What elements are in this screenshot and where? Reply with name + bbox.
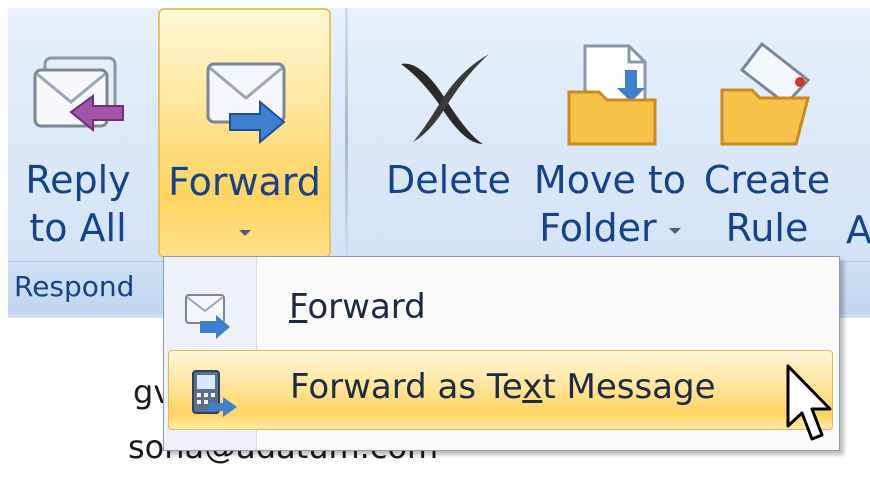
move-to-folder-button[interactable]: Move to Folder (530, 8, 690, 258)
forward-dropdown-arrow-icon[interactable] (238, 229, 251, 236)
forward-label: Forward (168, 160, 321, 204)
menu-item-forward-as-text-message[interactable]: Forward as Text Message (168, 350, 833, 430)
outlook-window: Reply to All Forward Delete Move to Fold… (8, 8, 870, 477)
move-to-folder-label-line2: Folder (539, 206, 657, 250)
mouse-pointer-icon (785, 363, 835, 451)
create-rule-label-line2: Rule (725, 206, 809, 250)
move-to-folder-dropdown-arrow-icon[interactable] (668, 227, 681, 234)
menu-item-forward[interactable]: Forward (164, 271, 839, 351)
reply-all-icon (23, 40, 133, 154)
ribbon-overflow-letter: A (846, 208, 870, 252)
reply-to-all-button[interactable]: Reply to All (8, 8, 148, 258)
delete-label: Delete (386, 158, 511, 202)
delete-x-icon (391, 40, 501, 154)
respond-group-label: Respond (14, 270, 135, 303)
reply-to-all-label-line2: to All (29, 206, 127, 250)
reply-to-all-label-line1: Reply (25, 158, 131, 202)
delete-button[interactable]: Delete (386, 8, 511, 258)
create-rule-label-line1: Create (703, 158, 831, 202)
forward-icon (190, 42, 300, 156)
forward-small-icon (182, 287, 234, 343)
move-to-folder-label-line1: Move to (533, 158, 687, 202)
forward-button[interactable]: Forward (158, 8, 331, 258)
create-rule-button[interactable]: Create Rule (702, 8, 832, 258)
create-rule-folder-icon (712, 40, 822, 154)
menu-item-forward-as-text-label: Forward as Text Message (290, 367, 716, 407)
move-to-folder-icon (555, 40, 665, 154)
forward-dropdown-menu: Forward Forward as Text Message (163, 256, 840, 451)
mobile-text-message-icon (187, 367, 239, 423)
group-separator (345, 8, 348, 264)
menu-item-forward-label: Forward (289, 287, 426, 327)
